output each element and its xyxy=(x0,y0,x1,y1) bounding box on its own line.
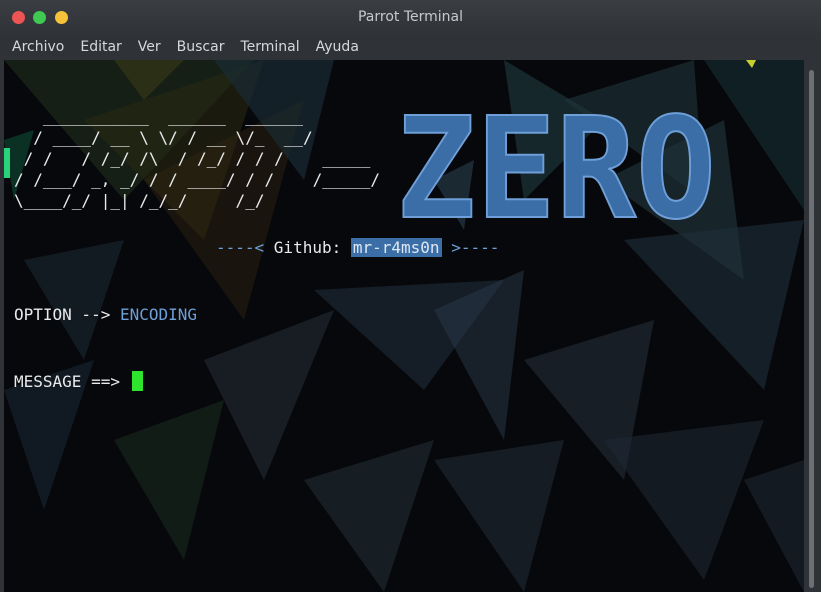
github-line: ----< Github: mr-r4ms0n >---- xyxy=(216,238,499,257)
option-value: ENCODING xyxy=(119,305,198,324)
message-prompt-line[interactable]: MESSAGE ==> xyxy=(14,371,143,391)
zero-logo: ZERO xyxy=(395,101,717,231)
menu-ayuda[interactable]: Ayuda xyxy=(308,39,367,55)
github-prefix: ----< xyxy=(216,238,274,257)
github-username: mr-r4ms0n xyxy=(350,238,442,257)
window-title: Parrot Terminal xyxy=(357,9,464,25)
vertical-scrollbar[interactable] xyxy=(804,60,821,592)
terminal-window: Parrot Terminal Archivo Editar Ver Busca… xyxy=(0,0,821,592)
title-bar[interactable]: Parrot Terminal xyxy=(0,0,821,34)
ascii-banner: ___________ ______ ______ / ____/ __ \ \… xyxy=(14,107,381,210)
github-suffix: >---- xyxy=(441,238,500,257)
option-line: OPTION --> ENCODING xyxy=(14,305,197,324)
menu-ver[interactable]: Ver xyxy=(130,39,169,55)
github-label: Github: xyxy=(273,238,351,257)
menu-buscar[interactable]: Buscar xyxy=(169,39,233,55)
menu-terminal[interactable]: Terminal xyxy=(232,39,307,55)
scrollbar-thumb[interactable] xyxy=(809,70,814,588)
zero-logo-text: ZERO xyxy=(396,101,716,231)
menu-bar: Archivo Editar Ver Buscar Terminal Ayuda xyxy=(0,34,821,60)
option-label: OPTION --> xyxy=(14,305,120,324)
terminal-area[interactable]: ___________ ______ ______ / ____/ __ \ \… xyxy=(4,60,804,592)
menu-editar[interactable]: Editar xyxy=(72,39,129,55)
menu-archivo[interactable]: Archivo xyxy=(4,39,72,55)
message-prompt: MESSAGE ==> xyxy=(14,372,130,391)
text-cursor[interactable] xyxy=(131,371,143,391)
